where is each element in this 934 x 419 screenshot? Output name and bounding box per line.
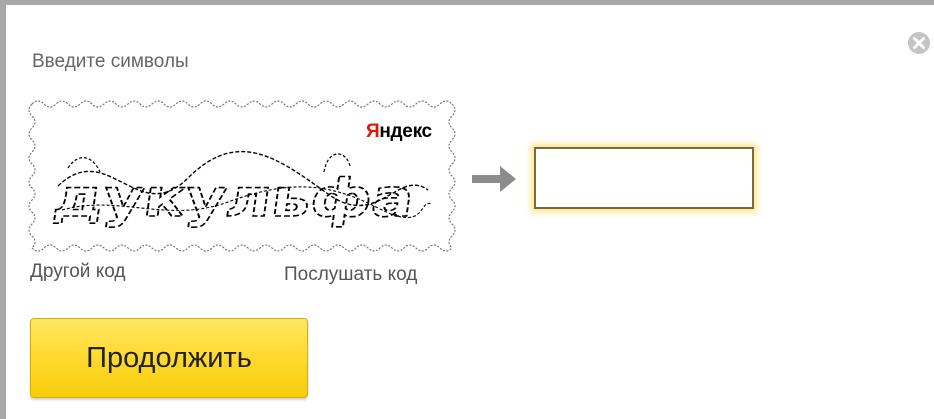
listen-code-link[interactable]: Послушать код bbox=[284, 264, 417, 286]
close-icon[interactable] bbox=[906, 30, 932, 56]
yandex-logo: Яндекс bbox=[366, 121, 432, 143]
continue-button[interactable]: Продолжить bbox=[30, 318, 308, 398]
yandex-logo-first-letter: Я bbox=[366, 121, 380, 142]
yandex-logo-rest: ндекс bbox=[379, 121, 432, 142]
other-code-link[interactable]: Другой код bbox=[30, 261, 125, 283]
captcha-answer-input[interactable] bbox=[534, 147, 754, 209]
captcha-word: дукульфа bbox=[50, 169, 418, 229]
prompt-label: Введите символы bbox=[32, 51, 189, 72]
arrow-right-icon bbox=[472, 166, 516, 192]
captcha-dialog: Введите символы дукульфа Яндекс Другой к… bbox=[0, 0, 934, 419]
